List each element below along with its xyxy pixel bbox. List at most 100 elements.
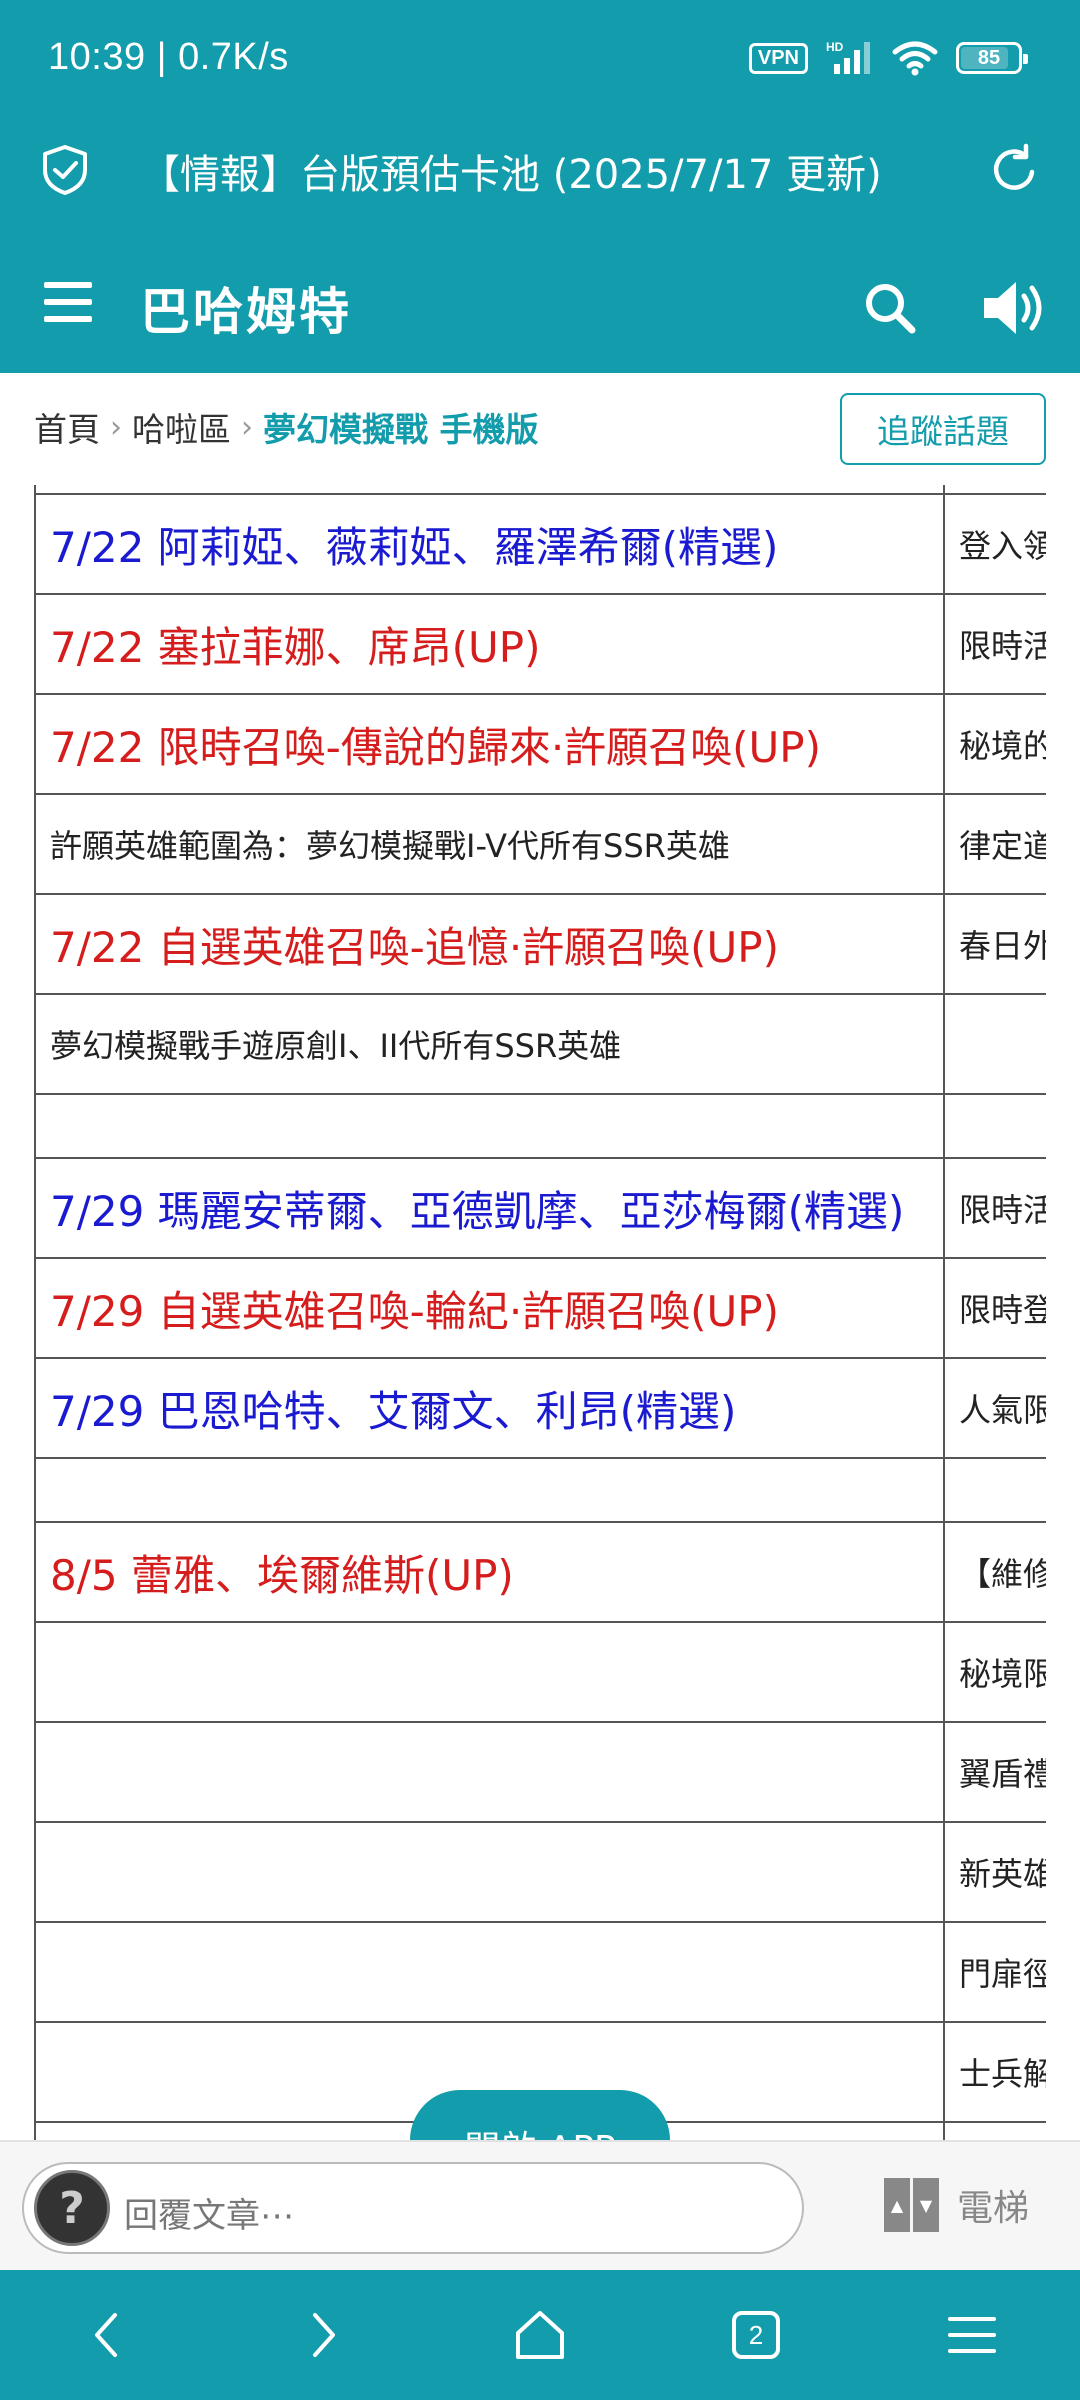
table-cell-event: 夢幻模擬戰手遊原創I、II代所有SSR英雄 — [34, 995, 945, 1093]
table-cell-event — [34, 1459, 945, 1521]
search-icon[interactable] — [862, 280, 918, 336]
table-cell-activity: 人氣限 — [945, 1359, 1046, 1457]
table-cell-activity: 春日外 — [945, 895, 1046, 993]
network-type-label: HD — [826, 40, 844, 54]
table-cell-activity — [945, 995, 1046, 1093]
shield-check-icon[interactable] — [40, 144, 90, 196]
table-cell-event: 7/29 巴恩哈特、艾爾文、利昂(精選) — [34, 1359, 945, 1457]
breadcrumb-forum[interactable]: 哈啦區 — [132, 403, 231, 451]
battery-icon: 85 — [956, 42, 1028, 74]
table-cell-activity: 【維修 — [945, 1523, 1046, 1621]
breadcrumb-trail: 首頁 › 哈啦區 › 夢幻模擬戰 手機版 — [34, 403, 539, 451]
activity-text: 登入領 — [959, 527, 1046, 565]
table-row: 秘境限 — [34, 1623, 1046, 1723]
browser-bottom-nav: 2 — [0, 2270, 1080, 2400]
tabs-icon: 2 — [732, 2311, 780, 2359]
table-row: 夢幻模擬戰手遊原創I、II代所有SSR英雄 — [34, 995, 1046, 1095]
table-row — [34, 1459, 1046, 1523]
reply-bar: ? 回覆文章⋯ ▲ ▼ 電梯 — [0, 2140, 1080, 2270]
activity-text: 翼盾禮 — [959, 1755, 1046, 1793]
table-cell-event: 7/22 塞拉菲娜、席昂(UP) — [34, 595, 945, 693]
elevator-icon: ▲ ▼ — [884, 2178, 939, 2232]
table-cell-activity: 律定道 — [945, 795, 1046, 893]
page-title[interactable]: 【情報】台版預估卡池 (2025/7/17 更新) — [140, 142, 960, 200]
menu-lines-icon — [948, 2317, 996, 2353]
activity-text: 人氣限 — [959, 1391, 1046, 1429]
table-cell-activity: 限時登 — [945, 1259, 1046, 1357]
tabs-button[interactable]: 2 — [696, 2270, 816, 2400]
breadcrumb-home[interactable]: 首頁 — [34, 403, 100, 451]
activity-text: 秘境的 — [959, 727, 1046, 765]
table-cell-activity — [945, 1459, 1046, 1521]
table-row: 7/29 瑪麗安蒂爾、亞德凱摩、亞莎梅爾(精選) 限時活 — [34, 1159, 1046, 1259]
activity-text: 新英雄 — [959, 1855, 1046, 1893]
speaker-icon[interactable] — [980, 276, 1048, 340]
activity-text: 秘境限 — [959, 1655, 1046, 1693]
activity-text: 限時活 — [959, 1191, 1046, 1229]
event-text: 7/22 阿莉婭、薇莉婭、羅澤希爾(精選) — [50, 522, 779, 572]
table-row: 7/22 塞拉菲娜、席昂(UP) 限時活 — [34, 595, 1046, 695]
table-cell-activity — [945, 2123, 1046, 2140]
avatar: ? — [34, 2170, 110, 2246]
back-button[interactable] — [47, 2270, 167, 2400]
reply-placeholder: 回覆文章⋯ — [124, 2196, 294, 2236]
menu-button[interactable] — [912, 2270, 1032, 2400]
table-row: 7/22 自選英雄召喚-追憶·許願召喚(UP) 春日外 — [34, 895, 1046, 995]
table-cell-event: 8/5 蕾雅、埃爾維斯(UP) — [34, 1523, 945, 1621]
follow-topic-button[interactable]: 追蹤話題 — [840, 393, 1046, 465]
table-cell-event — [34, 1723, 945, 1821]
event-text: 8/5 蕾雅、埃爾維斯(UP) — [50, 1550, 514, 1600]
app-title[interactable]: 巴哈姆特 — [140, 272, 352, 344]
event-text: 7/22 限時召喚-傳說的歸來·許願召喚(UP) — [50, 722, 822, 772]
table-cell-event: 7/29 自選英雄召喚-輪紀·許願召喚(UP) — [34, 1259, 945, 1357]
chevron-right-icon: › — [241, 409, 253, 445]
table-cell-activity: 翼盾禮 — [945, 1723, 1046, 1821]
elevator-button[interactable]: ▲ ▼ 電梯 — [884, 2178, 1029, 2232]
table-row: 7/29 巴恩哈特、艾爾文、利昂(精選) 人氣限 — [34, 1359, 1046, 1459]
table-row: 許願英雄範圍為：夢幻模擬戰I-V代所有SSR英雄 律定道 — [34, 795, 1046, 895]
home-button[interactable] — [480, 2270, 600, 2400]
vpn-icon: VPN — [748, 42, 808, 74]
table-cell-event — [34, 1095, 945, 1157]
table-cell-event: 7/29 瑪麗安蒂爾、亞德凱摩、亞莎梅爾(精選) — [34, 1159, 945, 1257]
table-row: 7/29 自選英雄召喚-輪紀·許願召喚(UP) 限時登 — [34, 1259, 1046, 1359]
table-cell-activity: 秘境的 — [945, 695, 1046, 793]
table-cell-activity: 秘境限 — [945, 1623, 1046, 1721]
table-cell-activity: 限時活 — [945, 1159, 1046, 1257]
status-time: 10:39 | 0.7K/s — [48, 36, 289, 78]
status-icons: VPN HD 85 — [748, 40, 1028, 76]
table-row: 7/22 阿莉婭、薇莉婭、羅澤希爾(精選) 登入領 — [34, 495, 1046, 595]
table-cell-event: 許願英雄範圍為：夢幻模擬戰I-V代所有SSR英雄 — [34, 795, 945, 893]
cellular-signal-icon: HD — [826, 40, 870, 74]
gacha-schedule-table: 7/22 阿莉婭、薇莉婭、羅澤希爾(精選) 登入領 7/22 塞拉菲娜、席昂(UP)… — [34, 485, 1046, 2140]
reload-icon[interactable] — [986, 142, 1042, 198]
reply-input[interactable]: ? 回覆文章⋯ — [22, 2162, 804, 2254]
chevron-right-icon — [313, 2313, 335, 2357]
table-cell-activity: 登入領 — [945, 495, 1046, 593]
activity-text: 【維修 — [959, 1555, 1046, 1593]
table-cell-activity: 限時活 — [945, 595, 1046, 693]
event-text: 7/29 瑪麗安蒂爾、亞德凱摩、亞莎梅爾(精選) — [50, 1186, 905, 1236]
battery-level: 85 — [977, 46, 1001, 69]
table-row: 門扉徑 — [34, 1923, 1046, 2023]
table-cell-activity: 門扉徑 — [945, 1923, 1046, 2021]
table-cell-activity: 士兵解 — [945, 2023, 1046, 2121]
breadcrumb-board[interactable]: 夢幻模擬戰 手機版 — [263, 403, 539, 451]
table-row — [34, 485, 1046, 495]
forward-button[interactable] — [263, 2270, 383, 2400]
activity-text: 限時活 — [959, 627, 1046, 665]
event-text: 7/22 自選英雄召喚-追憶·許願召喚(UP) — [50, 922, 780, 972]
table-cell-activity — [945, 1095, 1046, 1157]
hamburger-menu-icon[interactable] — [44, 282, 92, 322]
table-cell-event — [34, 1623, 945, 1721]
event-text: 7/29 巴恩哈特、艾爾文、利昂(精選) — [50, 1386, 737, 1436]
table-row: 翼盾禮 — [34, 1723, 1046, 1823]
chevron-left-icon — [95, 2313, 117, 2357]
event-text: 夢幻模擬戰手遊原創I、II代所有SSR英雄 — [50, 1027, 622, 1065]
table-cell-event: 7/22 阿莉婭、薇莉婭、羅澤希爾(精選) — [34, 495, 945, 593]
breadcrumb: 首頁 › 哈啦區 › 夢幻模擬戰 手機版 追蹤話題 — [0, 373, 1080, 485]
home-icon — [516, 2311, 564, 2359]
activity-text: 士兵解 — [959, 2055, 1046, 2093]
activity-text: 門扉徑 — [959, 1955, 1046, 1993]
wifi-icon — [892, 41, 938, 76]
